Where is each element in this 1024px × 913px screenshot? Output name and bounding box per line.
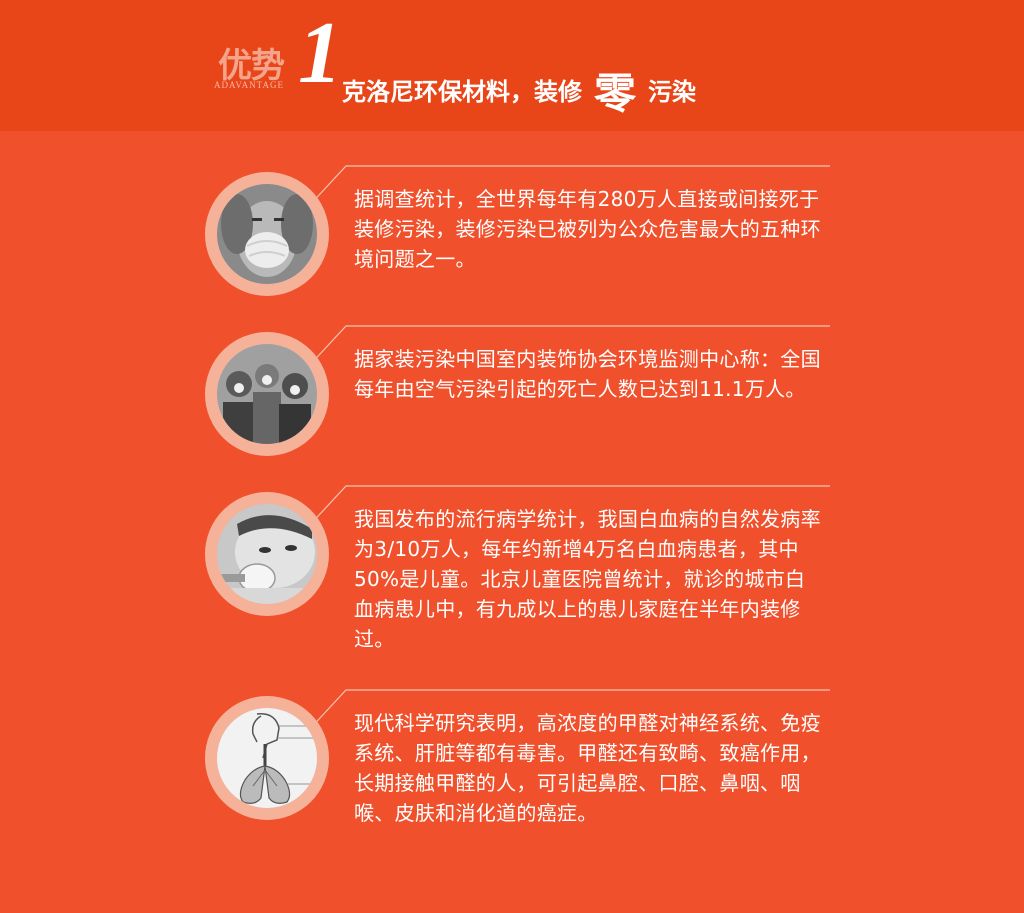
item-text: 现代科学研究表明，高浓度的甲醛对神经系统、免疫系统、肝脏等都有毒害。甲醛还有致畸… [354,711,821,825]
item-photo-ring [205,172,329,296]
list-item: 据家装污染中国室内装饰协会环境监测中心称：全国每年由空气污染引起的死亡人数已达到… [0,320,1024,470]
list-item: 我国发布的流行病学统计，我国白血病的自然发病率为3/10万人，每年约新增4万名白… [0,480,1024,651]
brand-subtitle: ADAVANTAGE [214,80,284,90]
item-text: 据家装污染中国室内装饰协会环境监测中心称：全国每年由空气污染引起的死亡人数已达到… [354,347,821,401]
masked-person-photo [217,184,317,284]
headline-before: 克洛尼环保材料，装修 [342,78,582,106]
page-header: 优势 ADAVANTAGE 1 克洛尼环保材料，装修零污染 [0,0,1024,131]
headline-after: 污染 [648,78,697,106]
list-item: 据调查统计，全世界每年有280万人直接或间接死于装修污染，装修污染已被列为公众危… [0,160,1024,310]
item-text: 据调查统计，全世界每年有280万人直接或间接死于装修污染，装修污染已被列为公众危… [354,187,821,271]
item-photo-ring [205,332,329,456]
headline: 克洛尼环保材料，装修零污染 [342,60,696,121]
item-photo-ring [205,492,329,616]
brand-number: 1 [298,5,342,102]
list-item: 现代科学研究表明，高浓度的甲醛对神经系统、免疫系统、肝脏等都有毒害。甲醛还有致畸… [0,684,1024,834]
crowd-with-masks-photo [217,344,317,444]
respiratory-system-diagram [217,708,317,808]
baby-with-oxygen-mask-photo [217,504,317,604]
headline-emphasis: 零 [594,69,637,118]
item-photo-ring [205,696,329,820]
item-text: 我国发布的流行病学统计，我国白血病的自然发病率为3/10万人，每年约新增4万名白… [354,507,821,651]
